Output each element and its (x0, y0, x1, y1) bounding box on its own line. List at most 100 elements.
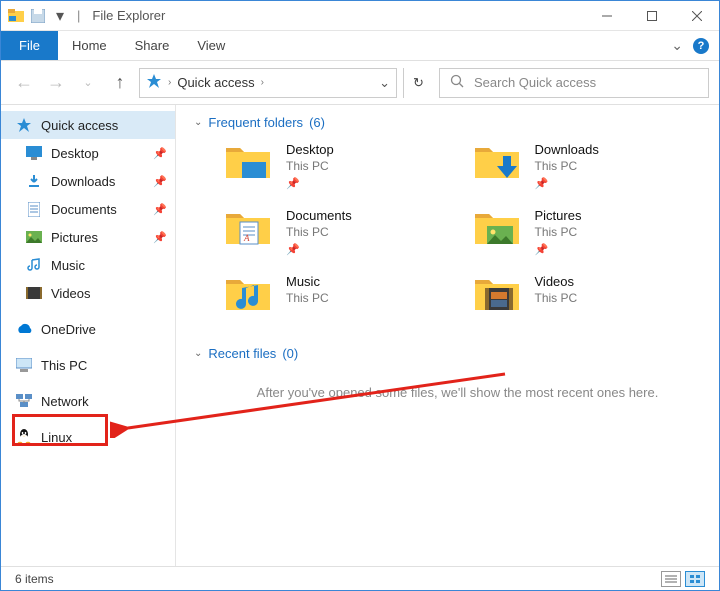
search-placeholder: Search Quick access (474, 75, 596, 90)
sidebar-item-label: Music (51, 258, 85, 273)
details-view-button[interactable] (661, 571, 681, 587)
breadcrumb[interactable]: Quick access (177, 75, 254, 90)
sidebar-item-music[interactable]: Music (1, 251, 175, 279)
chevron-down-icon: ⌄ (194, 348, 202, 359)
status-bar: 6 items (1, 566, 719, 590)
sidebar-item-downloads[interactable]: Downloads 📌 (1, 167, 175, 195)
pictures-icon (25, 228, 43, 246)
help-icon[interactable]: ? (693, 38, 709, 54)
content-pane: ⌄ Frequent folders (6) Desktop This PC 📌 (176, 105, 719, 566)
pin-icon: 📌 (535, 177, 599, 190)
folder-name: Videos (535, 274, 578, 289)
pin-icon: 📌 (535, 243, 582, 256)
navigation-pane: Quick access Desktop 📌 Downloads 📌 Docum… (1, 105, 176, 566)
close-button[interactable] (674, 1, 719, 31)
pin-icon: 📌 (153, 231, 167, 244)
tab-file[interactable]: File (1, 31, 58, 60)
folder-item-music[interactable]: Music This PC (224, 274, 453, 318)
sidebar-item-desktop[interactable]: Desktop 📌 (1, 139, 175, 167)
frequent-folders-grid: Desktop This PC 📌 Downloads This PC 📌 (224, 142, 701, 318)
address-box[interactable]: › Quick access › ⌄ (139, 68, 397, 98)
qat-dropdown-icon[interactable]: ▾ (51, 7, 69, 25)
quick-access-star-icon (15, 116, 33, 134)
sidebar-item-documents[interactable]: Documents 📌 (1, 195, 175, 223)
network-icon (15, 392, 33, 410)
sidebar-item-onedrive[interactable]: OneDrive (1, 315, 175, 343)
tab-home[interactable]: Home (58, 31, 121, 60)
section-count: (6) (309, 115, 325, 130)
folder-pictures-icon (473, 208, 521, 252)
documents-icon (25, 200, 43, 218)
sidebar-item-pictures[interactable]: Pictures 📌 (1, 223, 175, 251)
downloads-icon (25, 172, 43, 190)
sidebar-item-label: This PC (41, 358, 87, 373)
quick-access-toolbar: ▾ | File Explorer (1, 7, 171, 25)
linux-tux-icon (15, 428, 33, 446)
separator: | (77, 8, 80, 23)
folder-item-documents[interactable]: A Documents This PC 📌 (224, 208, 453, 256)
search-icon (450, 74, 464, 91)
folder-documents-icon: A (224, 208, 272, 252)
status-item-count: 6 items (15, 572, 54, 586)
sidebar-item-label: Network (41, 394, 89, 409)
large-icons-view-button[interactable] (685, 571, 705, 587)
pin-icon: 📌 (286, 243, 352, 256)
sidebar-item-label: Downloads (51, 174, 115, 189)
recent-files-header[interactable]: ⌄ Recent files (0) (194, 346, 701, 361)
folder-name: Music (286, 274, 329, 289)
frequent-folders-header[interactable]: ⌄ Frequent folders (6) (194, 115, 701, 130)
ribbon: File Home Share View ⌄ ? (1, 31, 719, 61)
tab-share[interactable]: Share (121, 31, 184, 60)
back-button[interactable]: ← (11, 70, 37, 96)
chevron-right-icon[interactable]: › (168, 77, 171, 88)
up-button[interactable]: ↑ (107, 70, 133, 96)
sidebar-item-label: Pictures (51, 230, 98, 245)
chevron-down-icon: ⌄ (194, 117, 202, 128)
sidebar-item-network[interactable]: Network (1, 387, 175, 415)
desktop-icon (25, 144, 43, 162)
onedrive-icon (15, 320, 33, 338)
chevron-right-icon[interactable]: › (261, 77, 264, 88)
folder-name: Desktop (286, 142, 334, 157)
address-dropdown-icon[interactable]: ⌄ (379, 75, 390, 91)
folder-videos-icon (473, 274, 521, 318)
section-label: Recent files (208, 346, 276, 361)
recent-locations-button[interactable]: ⌄ (75, 70, 101, 96)
sidebar-item-label: Videos (51, 286, 91, 301)
sidebar-item-linux[interactable]: Linux (1, 423, 175, 451)
sidebar-item-label: Linux (41, 430, 72, 445)
ribbon-collapse-icon[interactable]: ⌄ (671, 37, 683, 54)
pin-icon: 📌 (153, 203, 167, 216)
sidebar-item-label: Desktop (51, 146, 99, 161)
folder-item-downloads[interactable]: Downloads This PC 📌 (473, 142, 702, 190)
folder-item-pictures[interactable]: Pictures This PC 📌 (473, 208, 702, 256)
folder-location: This PC (286, 159, 334, 173)
folder-name: Downloads (535, 142, 599, 157)
save-icon[interactable] (29, 7, 47, 25)
sidebar-item-quick-access[interactable]: Quick access (1, 111, 175, 139)
window-title: File Explorer (92, 8, 165, 23)
recent-files-empty-message: After you've opened some files, we'll sh… (214, 385, 701, 400)
music-icon (25, 256, 43, 274)
quick-access-star-icon (146, 73, 162, 92)
pin-icon: 📌 (286, 177, 334, 190)
refresh-button[interactable]: ↻ (403, 68, 433, 98)
section-count: (0) (282, 346, 298, 361)
folder-downloads-icon (473, 142, 521, 186)
folder-desktop-icon (224, 142, 272, 186)
tab-view[interactable]: View (183, 31, 239, 60)
sidebar-item-this-pc[interactable]: This PC (1, 351, 175, 379)
search-input[interactable]: Search Quick access (439, 68, 709, 98)
folder-item-videos[interactable]: Videos This PC (473, 274, 702, 318)
sidebar-item-label: Documents (51, 202, 117, 217)
minimize-button[interactable] (584, 1, 629, 31)
forward-button[interactable]: → (43, 70, 69, 96)
folder-location: This PC (286, 225, 352, 239)
maximize-button[interactable] (629, 1, 674, 31)
folder-name: Pictures (535, 208, 582, 223)
svg-text:A: A (243, 233, 250, 243)
sidebar-item-label: OneDrive (41, 322, 96, 337)
sidebar-item-videos[interactable]: Videos (1, 279, 175, 307)
folder-name: Documents (286, 208, 352, 223)
folder-item-desktop[interactable]: Desktop This PC 📌 (224, 142, 453, 190)
